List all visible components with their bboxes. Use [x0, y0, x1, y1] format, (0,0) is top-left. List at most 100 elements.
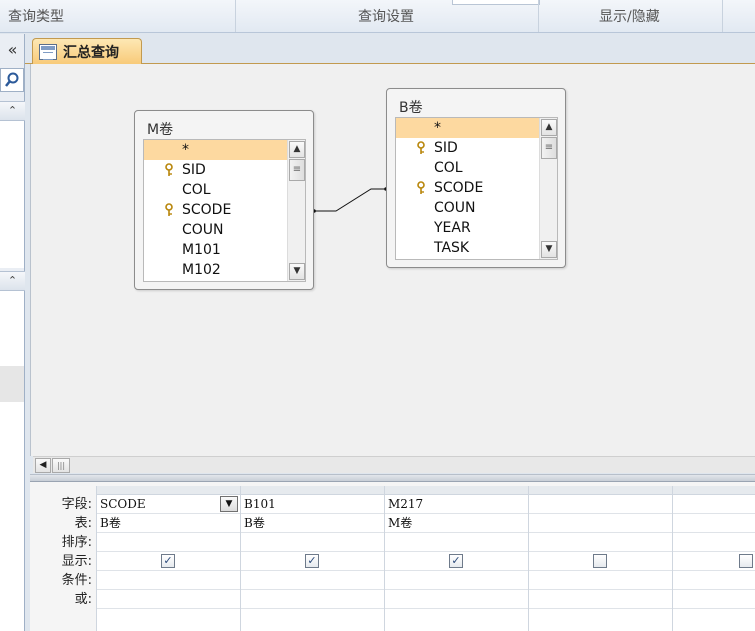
or-cell[interactable] [673, 590, 755, 609]
horizontal-scrollbar[interactable]: ◀ ||| [33, 456, 755, 473]
table-value: B卷 [100, 516, 121, 530]
scroll-left-icon[interactable]: ◀ [35, 458, 51, 473]
show-checkbox[interactable] [593, 554, 607, 568]
field-name: TASK [434, 240, 470, 256]
field-list-m[interactable]: M卷 * SID COL SCODE COUN M101 M102 ▲ ≡ ▼ [134, 110, 314, 290]
document-tab-strip: 汇总查询 [25, 34, 755, 65]
sort-cell[interactable] [97, 533, 240, 552]
scroll-up-icon[interactable]: ▲ [289, 141, 305, 158]
nav-group-list [0, 291, 24, 366]
or-cell[interactable] [385, 590, 528, 609]
field-row[interactable]: SCODE [144, 200, 305, 220]
show-checkbox[interactable]: ✓ [449, 554, 463, 568]
tab-summary-query[interactable]: 汇总查询 [32, 38, 142, 65]
search-button[interactable] [0, 68, 24, 92]
or-cell[interactable] [97, 590, 240, 609]
tab-label: 汇总查询 [63, 45, 119, 61]
key-icon [417, 181, 425, 194]
field-value: B101 [244, 497, 276, 511]
criteria-cell[interactable] [673, 571, 755, 590]
show-cell [673, 552, 755, 571]
field-row[interactable]: COUN [396, 198, 557, 218]
field-row[interactable]: COL [144, 180, 305, 200]
nav-group-header[interactable]: ⌃ [0, 101, 25, 121]
column-selector[interactable] [673, 486, 755, 495]
field-name: * [434, 120, 441, 136]
nav-group-list [0, 121, 24, 268]
ribbon-group-query-type: 查询类型 [0, 0, 236, 32]
show-checkbox[interactable] [739, 554, 753, 568]
table-cell[interactable] [673, 514, 755, 533]
field-list-b[interactable]: B卷 * SID COL SCODE COUN YEAR TASK ▲ ≡ ▼ [386, 88, 566, 268]
key-icon [417, 141, 425, 154]
sort-cell[interactable] [673, 533, 755, 552]
table-title[interactable]: M卷 [147, 119, 173, 139]
field-row[interactable]: M101 [144, 240, 305, 260]
query-design-grid: 字段: 表: 排序: 显示: 条件: 或: SCODE ▼ B卷 ✓ B101 B… [30, 482, 755, 631]
field-row[interactable]: SID [144, 160, 305, 180]
field-row[interactable]: SID [396, 138, 557, 158]
nav-group-header[interactable]: ⌃ [0, 271, 25, 291]
ribbon-group-show-hide: 显示/隐藏 [539, 0, 723, 32]
scroll-up-icon[interactable]: ▲ [541, 119, 557, 136]
show-cell: ✓ [385, 552, 528, 571]
nav-group-list [0, 402, 24, 631]
field-row[interactable]: M102 [144, 260, 305, 280]
pane-splitter[interactable] [30, 474, 755, 482]
ribbon-group-labels: 查询类型 查询设置 显示/隐藏 [0, 0, 755, 33]
field-row[interactable]: * [144, 140, 305, 160]
row-label-field: 字段: [61, 497, 92, 512]
scroll-thumb[interactable]: ||| [52, 458, 70, 473]
field-name: COUN [434, 200, 476, 216]
criteria-cell[interactable] [97, 571, 240, 590]
table-title[interactable]: B卷 [399, 97, 423, 117]
field-row[interactable]: COUN [144, 220, 305, 240]
table-cell[interactable]: B卷 [97, 514, 240, 533]
scroll-down-icon[interactable]: ▼ [541, 241, 557, 258]
scroll-thumb[interactable]: ≡ [289, 159, 305, 181]
field-row[interactable]: TASK [396, 238, 557, 258]
criteria-cell[interactable] [529, 571, 672, 590]
query-design-canvas[interactable]: M卷 * SID COL SCODE COUN M101 M102 ▲ ≡ ▼ … [30, 64, 755, 456]
scroll-down-icon[interactable]: ▼ [289, 263, 305, 280]
field-row[interactable]: SCODE [396, 178, 557, 198]
column-selector[interactable] [241, 486, 384, 495]
field-row[interactable]: * [396, 118, 557, 138]
scroll-thumb[interactable]: ≡ [541, 137, 557, 159]
row-label-criteria: 条件: [61, 573, 92, 588]
table-cell[interactable] [529, 514, 672, 533]
vertical-scrollbar[interactable]: ▲ ≡ ▼ [539, 118, 557, 259]
field-cell[interactable]: B101 [241, 495, 384, 514]
collapse-pane-button[interactable]: « [0, 38, 25, 62]
field-name: SCODE [182, 202, 232, 218]
key-icon [165, 203, 173, 216]
nav-selected-item[interactable] [0, 366, 24, 402]
field-value: SCODE [100, 497, 146, 511]
sort-cell[interactable] [529, 533, 672, 552]
field-list-body: * SID COL SCODE COUN M101 M102 ▲ ≡ ▼ [143, 139, 306, 282]
column-selector[interactable] [385, 486, 528, 495]
dropdown-arrow-icon[interactable]: ▼ [220, 496, 238, 512]
vertical-scrollbar[interactable]: ▲ ≡ ▼ [287, 140, 305, 281]
sort-cell[interactable] [241, 533, 384, 552]
show-checkbox[interactable]: ✓ [161, 554, 175, 568]
field-cell[interactable] [673, 495, 755, 514]
field-cell[interactable]: M217 [385, 495, 528, 514]
criteria-cell[interactable] [385, 571, 528, 590]
field-name: * [182, 142, 189, 158]
or-cell[interactable] [529, 590, 672, 609]
field-row[interactable]: COL [396, 158, 557, 178]
grid-column: SCODE ▼ B卷 ✓ [96, 486, 240, 631]
show-checkbox[interactable]: ✓ [305, 554, 319, 568]
field-cell[interactable] [529, 495, 672, 514]
criteria-cell[interactable] [241, 571, 384, 590]
or-cell[interactable] [241, 590, 384, 609]
column-selector[interactable] [97, 486, 240, 495]
field-list-body: * SID COL SCODE COUN YEAR TASK ▲ ≡ ▼ [395, 117, 558, 260]
table-cell[interactable]: B卷 [241, 514, 384, 533]
sort-cell[interactable] [385, 533, 528, 552]
table-cell[interactable]: M卷 [385, 514, 528, 533]
column-selector[interactable] [529, 486, 672, 495]
field-row[interactable]: YEAR [396, 218, 557, 238]
field-cell[interactable]: SCODE ▼ [97, 495, 240, 514]
